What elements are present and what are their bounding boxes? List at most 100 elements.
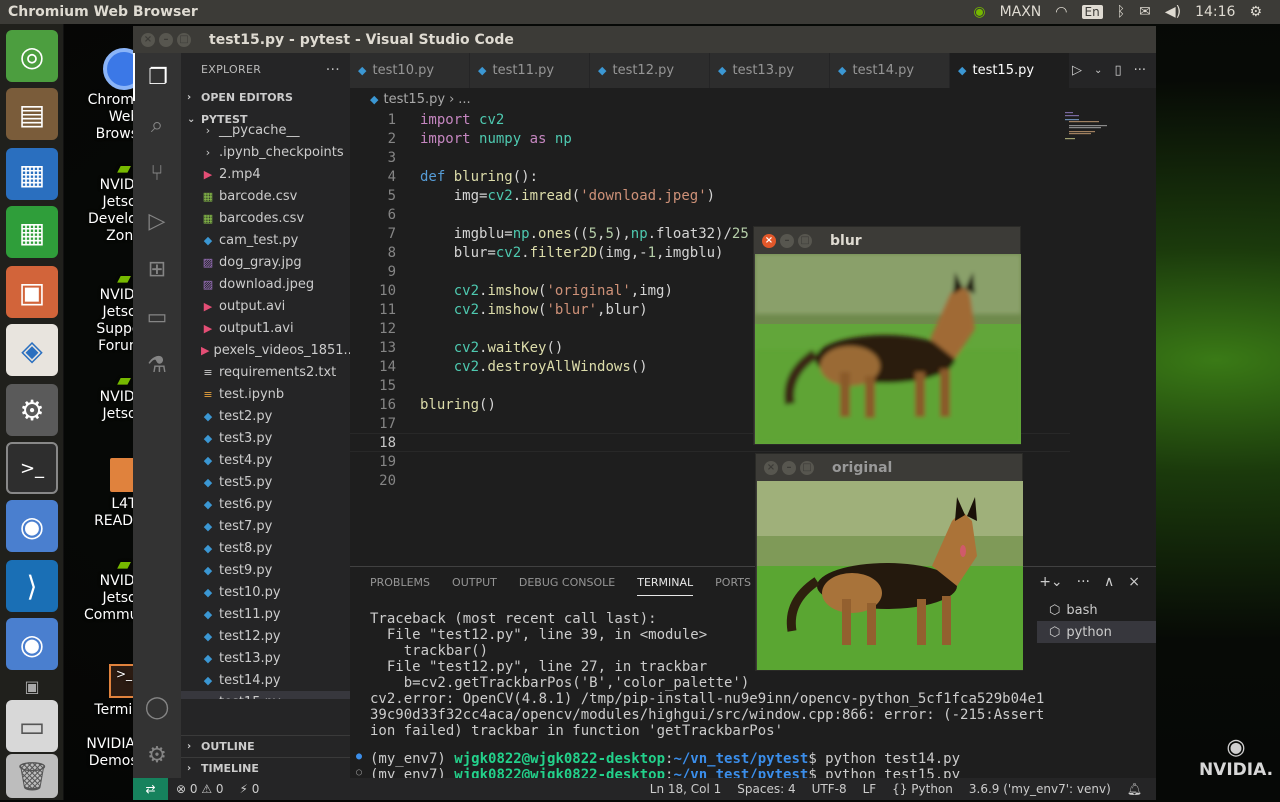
minimap[interactable] bbox=[1065, 110, 1120, 140]
calc-launcher[interactable]: ▦ bbox=[6, 206, 58, 258]
file-item[interactable]: ▶ pexels_videos_1851... bbox=[181, 339, 350, 361]
end-of-line[interactable]: LF bbox=[863, 782, 877, 796]
file-item[interactable]: ▶ output.avi bbox=[181, 295, 350, 317]
editor-tab[interactable]: ◆ test11.py bbox=[470, 53, 590, 88]
tab-debug-console[interactable]: DEBUG CONSOLE bbox=[519, 576, 615, 589]
editor-tab[interactable]: ◆ test14.py bbox=[830, 53, 950, 88]
run-debug-icon[interactable]: ▷ bbox=[133, 197, 181, 245]
impress-launcher[interactable]: ▣ bbox=[6, 266, 58, 318]
bluetooth-icon[interactable]: ᛒ bbox=[1117, 4, 1125, 20]
testing-flask-icon[interactable]: ⚗ bbox=[133, 341, 181, 389]
terminal-item-python[interactable]: ⬡ python bbox=[1037, 621, 1156, 643]
close-icon[interactable]: × bbox=[762, 233, 776, 248]
breadcrumb-rest[interactable]: ... bbox=[458, 92, 470, 107]
problems-count[interactable]: ⊗ 0 ⚠ 0 bbox=[176, 782, 224, 796]
file-item[interactable]: ◆ test11.py bbox=[181, 603, 350, 625]
remote-indicator-icon[interactable]: ⇄ bbox=[133, 778, 168, 800]
terminal-launcher[interactable]: >_ bbox=[6, 442, 58, 494]
file-item[interactable]: ◆ test2.py bbox=[181, 405, 350, 427]
manage-gear-icon[interactable]: ⚙ bbox=[133, 731, 181, 779]
notifications-bell-icon[interactable]: 🔔︎ bbox=[1127, 782, 1142, 796]
editor-tab[interactable]: ◆ test12.py bbox=[590, 53, 710, 88]
maximize-panel-icon[interactable]: ∧ bbox=[1104, 574, 1114, 590]
file-item[interactable]: ◆test15.py bbox=[181, 691, 350, 699]
file-item[interactable]: ▶ 2.mp4 bbox=[181, 163, 350, 185]
run-file-icon[interactable]: ▷ bbox=[1072, 63, 1082, 78]
nvidia-tray-icon[interactable]: ◉ bbox=[973, 4, 985, 20]
outline-section[interactable]: › OUTLINE bbox=[181, 735, 350, 757]
cv-window-original[interactable]: × – □ original bbox=[755, 453, 1023, 671]
file-item[interactable]: ◆ test3.py bbox=[181, 427, 350, 449]
settings-gear-icon[interactable]: ⚙ bbox=[1249, 4, 1262, 20]
mail-icon[interactable]: ✉ bbox=[1139, 4, 1151, 20]
new-terminal-icon[interactable]: +⌄ bbox=[1039, 574, 1062, 590]
language-mode[interactable]: {} Python bbox=[892, 782, 953, 796]
cv-window-blur[interactable]: × – □ blur bbox=[753, 226, 1021, 445]
account-icon[interactable]: ◯ bbox=[133, 683, 181, 731]
power-mode-label[interactable]: MAXN bbox=[1000, 4, 1042, 20]
tab-problems[interactable]: PROBLEMS bbox=[370, 576, 430, 589]
extensions-icon[interactable]: ⊞ bbox=[133, 245, 181, 293]
timeline-section[interactable]: › TIMELINE bbox=[181, 757, 350, 779]
file-item[interactable]: ◆ test8.py bbox=[181, 537, 350, 559]
maximize-icon[interactable]: □ bbox=[177, 32, 191, 47]
file-item[interactable]: › .ipynb_checkpoints bbox=[181, 141, 350, 163]
close-icon[interactable]: × bbox=[764, 460, 778, 475]
tab-ports[interactable]: PORTS bbox=[715, 576, 751, 589]
maximize-icon[interactable]: □ bbox=[800, 460, 814, 475]
search-icon[interactable]: ⌕ bbox=[133, 101, 181, 149]
encoding[interactable]: UTF-8 bbox=[812, 782, 847, 796]
ports-count[interactable]: ⚡ 0 bbox=[240, 782, 260, 796]
terminal-item-bash[interactable]: ⬡ bash bbox=[1037, 599, 1156, 621]
file-item[interactable]: ◆ test6.py bbox=[181, 493, 350, 515]
file-item[interactable]: ▦ barcodes.csv bbox=[181, 207, 350, 229]
software-center-launcher[interactable]: ◈ bbox=[6, 324, 58, 376]
editor-tab[interactable]: ◆ test15.py bbox=[950, 53, 1070, 88]
wifi-icon[interactable]: ◠ bbox=[1055, 4, 1067, 20]
file-item[interactable]: ▦ barcode.csv bbox=[181, 185, 350, 207]
editor-tab[interactable]: ◆ test13.py bbox=[710, 53, 830, 88]
keyboard-layout[interactable]: En bbox=[1081, 5, 1103, 19]
file-item[interactable]: ◆ test9.py bbox=[181, 559, 350, 581]
volume-icon[interactable]: ◀) bbox=[1165, 4, 1181, 20]
maximize-icon[interactable]: □ bbox=[798, 233, 812, 248]
file-item[interactable]: ◆ test13.py bbox=[181, 647, 350, 669]
open-editors-section[interactable]: › OPEN EDITORS bbox=[181, 86, 350, 108]
ubuntu-dash-button[interactable]: ◎ bbox=[6, 30, 58, 82]
file-item[interactable]: ◆ cam_test.py bbox=[181, 229, 350, 251]
indentation[interactable]: Spaces: 4 bbox=[737, 782, 795, 796]
tab-output[interactable]: OUTPUT bbox=[452, 576, 497, 589]
chromium-launcher[interactable]: ◉ bbox=[6, 500, 58, 552]
file-item[interactable]: ◆ test12.py bbox=[181, 625, 350, 647]
editor-tab[interactable]: ◆ test10.py bbox=[350, 53, 470, 88]
camera-launcher[interactable]: ▣ bbox=[6, 676, 58, 696]
split-editor-icon[interactable]: ▯ bbox=[1114, 63, 1121, 78]
explorer-icon[interactable]: ❐ bbox=[133, 53, 181, 101]
minimize-icon[interactable]: – bbox=[159, 32, 173, 47]
minimize-icon[interactable]: – bbox=[782, 460, 796, 475]
breadcrumb-file[interactable]: test15.py bbox=[383, 92, 445, 107]
files-launcher[interactable]: ▤ bbox=[6, 88, 58, 140]
writer-launcher[interactable]: ▦ bbox=[6, 148, 58, 200]
file-item[interactable]: ◆ test10.py bbox=[181, 581, 350, 603]
file-item[interactable]: ≡ requirements2.txt bbox=[181, 361, 350, 383]
more-actions-icon[interactable]: ··· bbox=[1134, 63, 1146, 78]
cursor-position[interactable]: Ln 18, Col 1 bbox=[650, 782, 722, 796]
source-control-icon[interactable]: ⑂ bbox=[133, 149, 181, 197]
file-item[interactable]: ◆ test14.py bbox=[181, 669, 350, 691]
file-item[interactable]: ▨ download.jpeg bbox=[181, 273, 350, 295]
python-interpreter[interactable]: 3.6.9 ('my_env7': venv) bbox=[969, 782, 1111, 796]
more-actions-icon[interactable]: ··· bbox=[326, 62, 350, 78]
vscode-launcher[interactable]: ⟩ bbox=[6, 560, 58, 612]
file-item[interactable]: ≡ test.ipynb bbox=[181, 383, 350, 405]
chevron-down-icon[interactable]: ⌄ bbox=[1094, 65, 1102, 76]
file-item[interactable]: ◆ test5.py bbox=[181, 471, 350, 493]
clock[interactable]: 14:16 bbox=[1195, 4, 1235, 20]
more-actions-icon[interactable]: ··· bbox=[1077, 574, 1090, 590]
minimize-icon[interactable]: – bbox=[780, 233, 794, 248]
tab-terminal[interactable]: TERMINAL bbox=[637, 569, 694, 596]
file-item[interactable]: ◆ test4.py bbox=[181, 449, 350, 471]
file-item[interactable]: ◆ test7.py bbox=[181, 515, 350, 537]
remote-explorer-icon[interactable]: ▭ bbox=[133, 293, 181, 341]
file-item[interactable]: ▶ output1.avi bbox=[181, 317, 350, 339]
